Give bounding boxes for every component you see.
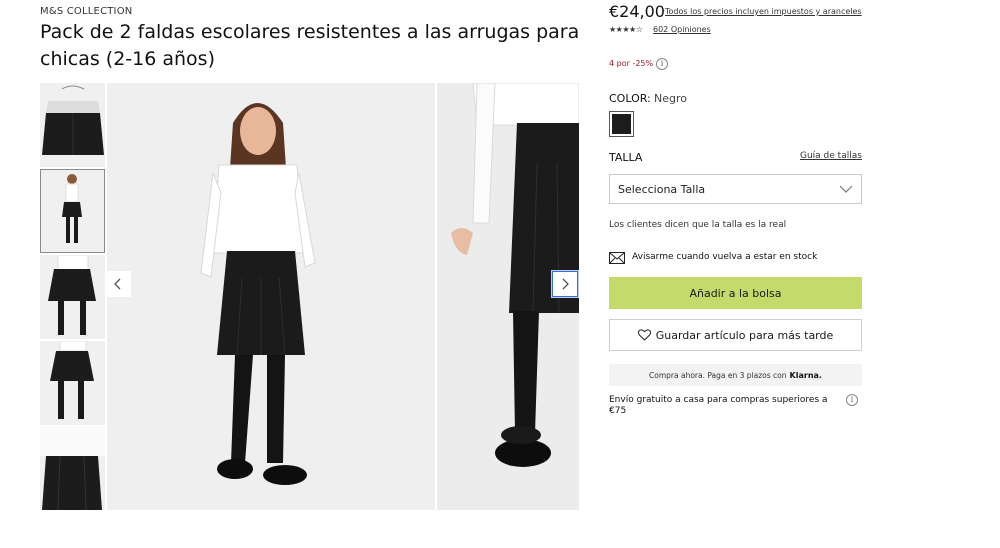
promo-label: 4 por -25% [609, 59, 654, 68]
color-label: COLOR: [609, 92, 651, 105]
klarna-banner: Compra ahora. Paga en 3 plazos con Klarn… [609, 364, 862, 386]
notify-stock-link[interactable]: Avisarme cuando vuelva a estar en stock [632, 252, 817, 262]
shipping-info-icon[interactable]: i [846, 394, 858, 406]
previous-image-button[interactable] [105, 271, 131, 297]
save-for-later-button[interactable]: Guardar artículo para más tarde [609, 319, 862, 351]
color-swatch-black[interactable] [609, 111, 634, 137]
thumbnail-1[interactable] [40, 83, 105, 167]
heart-icon [637, 329, 651, 341]
main-product-image [107, 83, 435, 510]
chevron-right-icon [562, 278, 569, 290]
rating-stars: ★★★★☆ [609, 25, 643, 34]
thumbnail-5[interactable] [40, 426, 105, 510]
klarna-text: Compra ahora. Paga en 3 plazos con [649, 370, 787, 380]
reviews-link[interactable]: 602 Opiniones [653, 25, 711, 34]
thumbnail-3[interactable] [40, 255, 105, 339]
klarna-logo: Klarna. [789, 370, 822, 380]
size-guide-link[interactable]: Guía de tallas [800, 151, 862, 161]
next-image-button[interactable] [552, 271, 578, 297]
fit-note: Los clientes dicen que la talla es la re… [609, 220, 787, 230]
thumbnail-2[interactable] [40, 169, 105, 253]
swatch-fill [612, 114, 631, 134]
image-gallery [40, 83, 579, 510]
promo-info-icon[interactable]: i [656, 58, 668, 70]
size-select[interactable]: Selecciona Talla [609, 174, 862, 204]
color-value: Negro [654, 92, 687, 105]
product-price: €24,00 [609, 2, 665, 21]
envelope-icon [609, 252, 625, 264]
add-to-bag-button[interactable]: Añadir a la bolsa [609, 277, 862, 309]
thumbnail-strip [40, 83, 105, 510]
brand-name: M&S COLLECTION [40, 6, 133, 17]
size-select-placeholder: Selecciona Talla [618, 183, 706, 196]
chevron-down-icon [839, 185, 853, 193]
save-button-label: Guardar artículo para más tarde [655, 328, 834, 342]
shipping-note: Envío gratuito a casa para compras super… [609, 395, 828, 416]
chevron-left-icon [114, 278, 121, 290]
tax-info-link[interactable]: Todos los precios incluyen impuestos y a… [665, 7, 862, 16]
size-label: TALLA [609, 151, 643, 164]
product-title: Pack de 2 faldas escolares resistentes a… [40, 21, 580, 70]
thumbnail-4[interactable] [40, 341, 105, 425]
